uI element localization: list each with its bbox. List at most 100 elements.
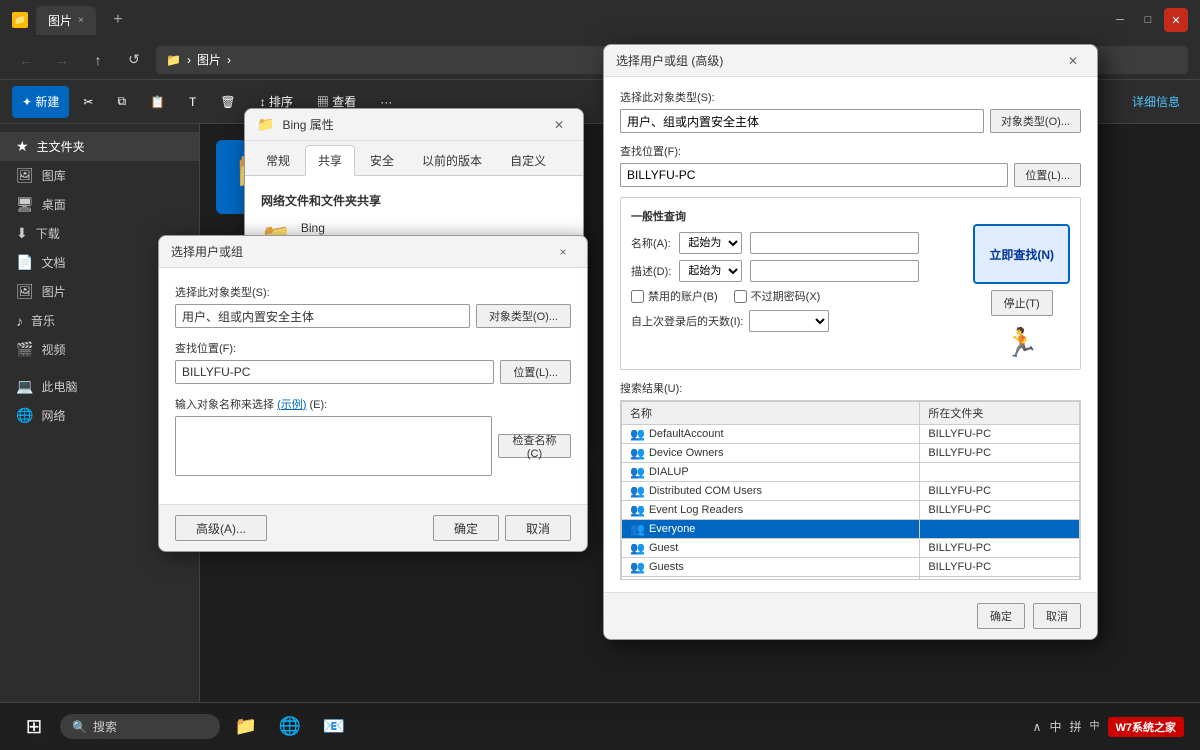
taskbar: ⊞ 🔍 搜索 📁 🌐 📧 ∧ 中 拼 中 W7系统之家 (0, 702, 1200, 750)
table-row[interactable]: 👥 Distributed COM Users BILLYFU-PC (622, 482, 1080, 501)
adv-location-input[interactable] (620, 163, 1008, 187)
rename-btn[interactable]: T (179, 86, 206, 118)
copy-btn[interactable]: ⧉ (107, 86, 136, 118)
detail-btn[interactable]: 详细信息 (1124, 93, 1188, 110)
start-btn[interactable]: ⊞ (16, 709, 52, 745)
window-controls: ─ □ ✕ (1108, 8, 1188, 32)
result-folder-cell: BILLYFU-PC (920, 444, 1080, 463)
taskbar-edge[interactable]: 🌐 (272, 709, 308, 745)
active-tab[interactable]: 图片 × (36, 6, 96, 35)
object-type-input-small[interactable] (175, 304, 470, 328)
stop-btn[interactable]: 停止(T) (991, 290, 1053, 316)
tab-security[interactable]: 安全 (357, 145, 407, 175)
adv-close-btn[interactable]: ✕ (1061, 49, 1085, 73)
new-tab-btn[interactable]: + (104, 6, 132, 34)
cut-btn[interactable]: ✂ (73, 86, 103, 118)
sidebar-item-desktop[interactable]: 🖥 桌面 (0, 190, 199, 219)
adv-name-value-input[interactable] (750, 232, 919, 254)
search-text: 搜索 (93, 718, 117, 735)
sidebar-item-videos-label: 视频 (41, 341, 65, 358)
table-row[interactable]: 👥 DIALUP (622, 463, 1080, 482)
result-name: DefaultAccount (649, 428, 724, 440)
adv-object-type-input[interactable] (620, 109, 984, 133)
disabled-checkbox-input[interactable] (631, 290, 644, 303)
taskbar-search[interactable]: 🔍 搜索 (60, 714, 220, 739)
adv-dialog-title: 选择用户或组 (高级) (616, 52, 723, 69)
table-row[interactable]: 👥 Everyone (622, 520, 1080, 539)
object-name-textarea[interactable] (175, 416, 492, 476)
table-row[interactable]: 👥 DefaultAccount BILLYFU-PC (622, 425, 1080, 444)
adv-days-select[interactable] (749, 310, 829, 332)
tab-previous[interactable]: 以前的版本 (409, 145, 495, 175)
sidebar-item-gallery[interactable]: 🖼 图库 (0, 161, 199, 190)
adv-footer: 确定 取消 (604, 592, 1097, 639)
refresh-btn[interactable]: ↺ (120, 46, 148, 74)
new-btn[interactable]: ✦ 新建 (12, 86, 69, 118)
tray-arrows[interactable]: ∧ (1033, 720, 1042, 734)
back-btn[interactable]: ← (12, 46, 40, 74)
small-cancel-btn[interactable]: 取消 (505, 515, 571, 541)
adv-noexpiry-checkbox[interactable]: 不过期密码(X) (734, 288, 821, 304)
small-footer-right: 确定 取消 (433, 515, 571, 541)
example-link[interactable]: (示例) (277, 399, 306, 411)
result-name: Event Log Readers (649, 504, 743, 516)
table-row[interactable]: 👥 Device Owners BILLYFU-PC (622, 444, 1080, 463)
adv-days-row: 自上次登录后的天数(I): (631, 310, 961, 332)
user-group-icon: 👥 (630, 427, 645, 441)
adv-object-type-label: 选择此对象类型(S): (620, 89, 1081, 105)
close-btn[interactable]: ✕ (1164, 8, 1188, 32)
adv-object-type-btn[interactable]: 对象类型(O)... (990, 109, 1081, 133)
tab-custom[interactable]: 自定义 (497, 145, 559, 175)
search-results-section: 搜索结果(U): 名称 所在文件夹 👥 DefaultAccount (620, 380, 1081, 580)
paste-btn[interactable]: 📋 (140, 86, 175, 118)
adv-title-bar: 选择用户或组 (高级) ✕ (604, 45, 1097, 77)
tab-close-btn[interactable]: × (78, 15, 84, 26)
taskbar-mail[interactable]: 📧 (316, 709, 352, 745)
maximize-btn[interactable]: □ (1136, 8, 1160, 32)
tab-general[interactable]: 常规 (253, 145, 303, 175)
table-row[interactable]: 👥 Event Log Readers BILLYFU-PC (622, 501, 1080, 520)
user-group-icon: 👥 (630, 579, 645, 580)
delete-btn[interactable]: 🗑 (210, 86, 245, 118)
object-type-btn-small[interactable]: 对象类型(O)... (476, 304, 571, 328)
result-name: Guests (649, 561, 684, 573)
noexpiry-checkbox-input[interactable] (734, 290, 747, 303)
adv-location-btn[interactable]: 位置(L)... (1014, 163, 1081, 187)
search-now-btn[interactable]: 立即查找(N) (973, 224, 1070, 284)
adv-disabled-checkbox[interactable]: 禁用的账户(B) (631, 288, 718, 304)
enter-object-label-small: 输入对象名称来选择 (示例) (E): (175, 396, 571, 412)
advanced-btn[interactable]: 高级(A)... (175, 515, 267, 541)
search-icon: 🔍 (72, 720, 87, 734)
check-names-btn[interactable]: 检查名称(C) (498, 434, 571, 458)
adv-desc-value-input[interactable] (750, 260, 919, 282)
up-btn[interactable]: ↑ (84, 46, 112, 74)
adv-desc-dropdown[interactable]: 起始为 (679, 260, 742, 282)
adv-body: 选择此对象类型(S): 对象类型(O)... 查找位置(F): 位置(L)...… (604, 77, 1097, 592)
forward-btn[interactable]: → (48, 46, 76, 74)
table-row[interactable]: 👥 Guests BILLYFU-PC (622, 558, 1080, 577)
adv-days-label: 自上次登录后的天数(I): (631, 313, 743, 329)
result-name: Everyone (649, 523, 695, 535)
taskbar-explorer[interactable]: 📁 (228, 709, 264, 745)
downloads-icon: ⬇ (16, 225, 28, 242)
new-btn-label: ✦ 新建 (22, 93, 59, 110)
table-row[interactable]: 👥 Guest BILLYFU-PC (622, 539, 1080, 558)
minimize-btn[interactable]: ─ (1108, 8, 1132, 32)
adv-name-dropdown[interactable]: 起始为 (679, 232, 742, 254)
sidebar-item-home[interactable]: ★ 主文件夹 (0, 132, 199, 161)
table-row[interactable]: 👥 Hyper-V Administrators BILLYFU-PC (622, 577, 1080, 581)
tray-time-text: 中 (1090, 720, 1100, 734)
location-btn-small[interactable]: 位置(L)... (500, 360, 571, 384)
adv-ok-btn[interactable]: 确定 (977, 603, 1025, 629)
location-input-small[interactable] (175, 360, 494, 384)
location-row-small: 位置(L)... (175, 360, 571, 384)
adv-location-row: 位置(L)... (620, 163, 1081, 187)
select-user-small-close-btn[interactable]: × (551, 240, 575, 264)
tab-share[interactable]: 共享 (305, 145, 355, 176)
more-icon: ··· (380, 95, 392, 109)
bing-dialog-close-btn[interactable]: ✕ (547, 113, 571, 137)
small-ok-btn[interactable]: 确定 (433, 515, 499, 541)
col-folder-header: 所在文件夹 (920, 402, 1080, 425)
music-icon: ♪ (16, 313, 23, 329)
adv-cancel-btn[interactable]: 取消 (1033, 603, 1081, 629)
